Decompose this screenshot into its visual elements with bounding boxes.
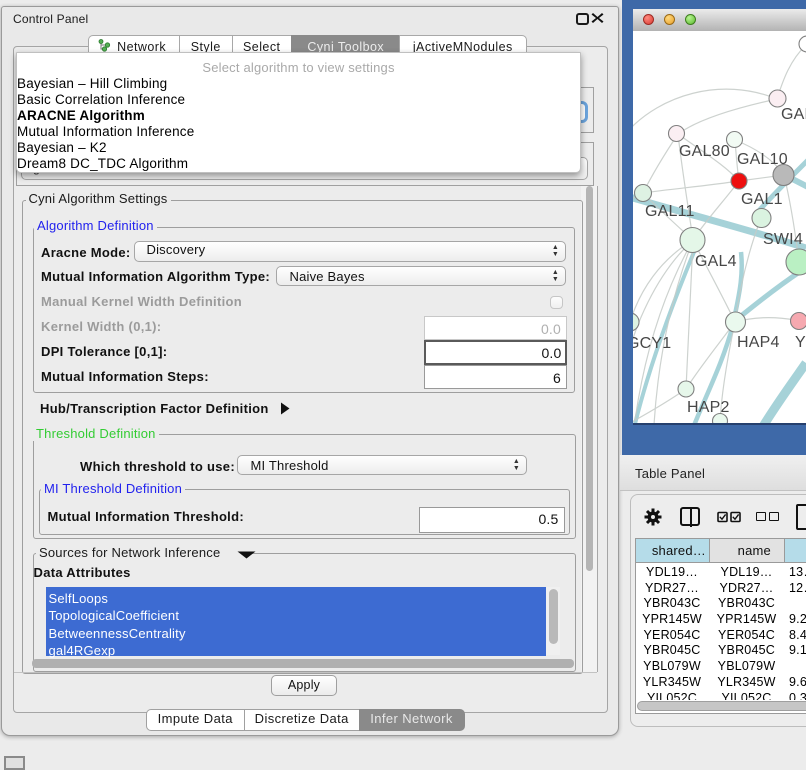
svg-text:GAL1: GAL1 xyxy=(741,191,783,208)
svg-text:GCY1: GCY1 xyxy=(633,335,671,352)
svg-text:HAP2: HAP2 xyxy=(687,399,730,416)
svg-text:GAL4: GAL4 xyxy=(695,253,737,270)
svg-text:YM: YM xyxy=(795,334,806,351)
svg-text:GAL80: GAL80 xyxy=(679,143,730,160)
svg-text:SWI4: SWI4 xyxy=(763,231,803,248)
svg-text:GAL10: GAL10 xyxy=(737,151,788,168)
svg-text:HAP4: HAP4 xyxy=(737,334,780,351)
svg-text:GAL11: GAL11 xyxy=(645,203,695,220)
svg-text:GAL7: GAL7 xyxy=(781,106,806,123)
